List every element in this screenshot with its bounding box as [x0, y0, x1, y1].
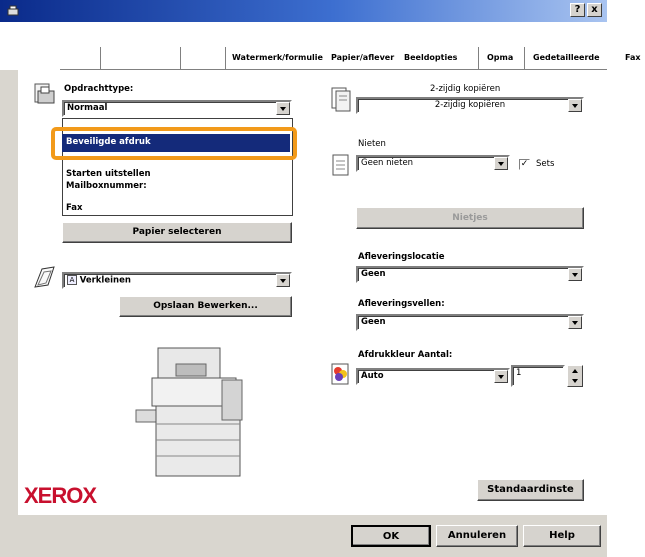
save-edit-button[interactable]: Opslaan Bewerken...: [119, 296, 292, 317]
tab-watermark[interactable]: Watermerk/formulie: [232, 53, 323, 62]
staple-icon: [330, 152, 352, 178]
defaults-button[interactable]: Standaardinste: [477, 479, 584, 501]
chevron-down-icon[interactable]: [568, 99, 582, 112]
job-type-label: Opdrachttype:: [64, 84, 134, 94]
ok-button[interactable]: OK: [351, 525, 431, 547]
tab-image-options[interactable]: Beeldopties: [404, 53, 457, 62]
reduce-select[interactable]: A Verkleinen: [62, 272, 292, 289]
chevron-down-icon[interactable]: [568, 268, 582, 281]
printer-illustration: [130, 340, 260, 480]
help-button[interactable]: Help: [523, 525, 601, 547]
tab-advanced[interactable]: Gedetailleerde: [533, 53, 600, 62]
paper-select-button[interactable]: Papier selecteren: [62, 222, 292, 243]
staple-value: Geen nieten: [361, 158, 414, 168]
staple-label: Nieten: [358, 139, 386, 149]
reduce-icon: [32, 265, 55, 291]
chevron-down-icon[interactable]: [494, 370, 508, 383]
tab-divider: [180, 47, 181, 69]
chevron-down-icon[interactable]: [276, 274, 290, 287]
two-sided-icon: [330, 86, 352, 112]
delivery-sheets-select[interactable]: Geen: [356, 314, 584, 331]
delivery-sheets-label: Afleveringsvellen:: [358, 299, 445, 309]
tab-strip: [0, 22, 645, 70]
quantity-value: 1: [516, 368, 522, 378]
highlight-callout: [51, 127, 297, 160]
reduce-type-icon: A: [67, 275, 77, 285]
two-sided-select[interactable]: 2-zijdig kopiëren: [356, 97, 584, 114]
dropdown-option-mailbox[interactable]: Mailboxnummer:: [66, 181, 147, 191]
color-palette-icon: [330, 362, 352, 388]
print-color-select[interactable]: Auto: [356, 368, 510, 385]
printer-app-icon: [6, 4, 20, 18]
sets-checkbox[interactable]: ✓: [519, 159, 530, 170]
chevron-down-icon[interactable]: [494, 157, 508, 170]
delivery-location-value: Geen: [361, 269, 386, 279]
job-type-value: Normaal: [67, 103, 108, 113]
delivery-location-select[interactable]: Geen: [356, 266, 584, 283]
chevron-down-icon[interactable]: [572, 379, 578, 383]
tab-fax[interactable]: Fax: [625, 53, 641, 62]
dropdown-option-delayed-start[interactable]: Starten uitstellen: [66, 169, 151, 179]
job-type-select[interactable]: Normaal: [62, 100, 292, 117]
quantity-input[interactable]: 1: [511, 365, 565, 387]
close-title-button[interactable]: x: [587, 3, 602, 17]
staples-button[interactable]: Nietjes: [356, 207, 584, 229]
staple-select[interactable]: Geen nieten: [356, 155, 510, 172]
chevron-down-icon[interactable]: [568, 316, 582, 329]
reduce-value: Verkleinen: [79, 275, 131, 286]
tab-layout[interactable]: Opma: [487, 53, 513, 62]
xerox-logo: XEROX: [24, 483, 97, 508]
two-sided-label: 2-zijdig kopiëren: [430, 84, 501, 94]
chevron-up-icon[interactable]: [572, 369, 578, 373]
job-type-icon: [32, 82, 55, 108]
tab-divider: [100, 47, 101, 69]
chevron-down-icon[interactable]: [276, 102, 290, 115]
title-bar: [0, 0, 607, 22]
help-title-button[interactable]: ?: [570, 3, 585, 17]
print-color-value: Auto: [361, 371, 384, 381]
print-color-label: Afdrukkleur Aantal:: [358, 350, 453, 360]
tab-divider: [225, 47, 226, 69]
tab-divider: [478, 47, 479, 69]
delivery-sheets-value: Geen: [361, 317, 386, 327]
sets-label: Sets: [536, 159, 555, 169]
cancel-button[interactable]: Annuleren: [436, 525, 518, 547]
dropdown-option-fax[interactable]: Fax: [66, 203, 83, 213]
quantity-stepper[interactable]: [567, 365, 583, 387]
tab-paper-delivery[interactable]: Papier/aflever: [331, 53, 394, 62]
two-sided-value: 2-zijdig kopiëren: [434, 100, 506, 110]
tab-divider: [524, 47, 525, 69]
delivery-location-label: Afleveringslocatie: [358, 252, 445, 262]
